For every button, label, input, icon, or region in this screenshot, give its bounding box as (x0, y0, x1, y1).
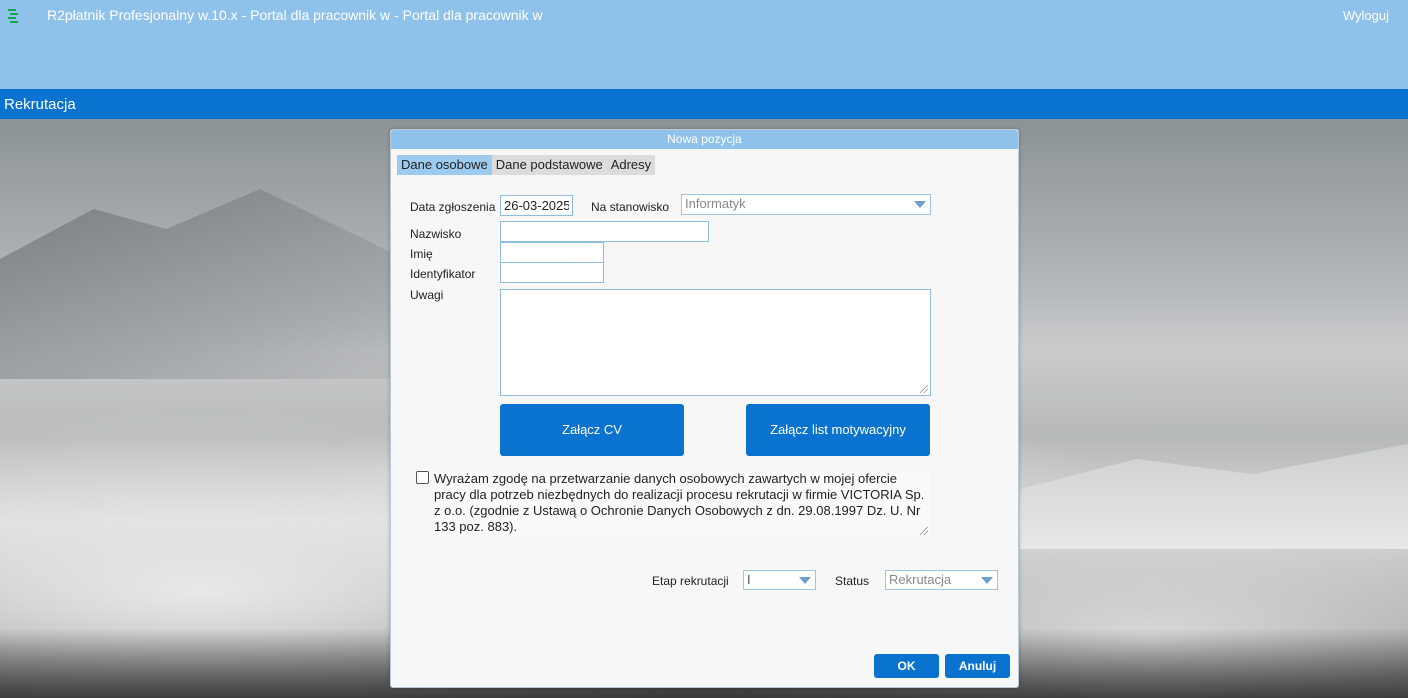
stage-label: Etap rekrutacji (652, 574, 729, 588)
stage-select-value: I (747, 572, 751, 587)
status-label: Status (835, 574, 870, 588)
date-label: Data zgłoszenia (410, 200, 496, 214)
tab-personal-data[interactable]: Dane osobowe (397, 155, 492, 175)
status-select[interactable]: Rekrutacja (885, 570, 998, 590)
dialog-tabs: Dane osobowe Dane podstawowe Adresy (397, 155, 656, 175)
attach-cover-letter-button[interactable]: Załącz list motywacyjny (746, 404, 930, 456)
chevron-down-icon (981, 577, 993, 584)
resize-grip-icon[interactable] (920, 385, 928, 393)
ok-button[interactable]: OK (874, 654, 939, 678)
consent-checkbox[interactable] (416, 471, 429, 484)
background-dune-right (1020, 444, 1408, 549)
dialog-title: Nowa pozycja (391, 130, 1018, 149)
section-title: Rekrutacja (4, 96, 76, 113)
chevron-down-icon (799, 577, 811, 584)
surname-field[interactable] (500, 221, 709, 242)
resize-grip-icon[interactable] (920, 527, 928, 535)
stage-select[interactable]: I (743, 570, 816, 590)
surname-label: Nazwisko (410, 227, 462, 241)
identifier-field[interactable] (500, 262, 604, 283)
date-field[interactable] (500, 195, 573, 216)
name-field[interactable] (500, 242, 604, 263)
chevron-down-icon (914, 201, 926, 208)
new-position-dialog: Nowa pozycja Dane osobowe Dane podstawow… (390, 129, 1019, 688)
notes-label: Uwagi (410, 288, 444, 302)
identifier-label: Identyfikator (410, 267, 476, 281)
logout-link[interactable]: Wyloguj (1343, 8, 1389, 23)
position-select-value: Informatyk (685, 196, 746, 211)
status-select-value: Rekrutacja (889, 572, 952, 587)
notes-textarea[interactable] (500, 289, 931, 396)
consent-text: Wyrażam zgodę na przetwarzanie danych os… (434, 471, 930, 537)
app-title: R2płatnik Profesjonalny w.10.x - Portal … (47, 7, 543, 23)
tab-basic-data[interactable]: Dane podstawowe (491, 155, 607, 175)
consent-text-content: Wyrażam zgodę na przetwarzanie danych os… (434, 471, 925, 534)
position-select[interactable]: Informatyk (681, 194, 931, 215)
attach-cv-button[interactable]: Załącz CV (500, 404, 684, 456)
cancel-button[interactable]: Anuluj (945, 654, 1010, 678)
tab-addresses[interactable]: Adresy (606, 155, 656, 175)
section-bar: Rekrutacja (0, 89, 1408, 119)
app-menu-icon[interactable] (6, 8, 20, 24)
top-header: R2płatnik Profesjonalny w.10.x - Portal … (0, 0, 1408, 89)
name-label: Imię (410, 247, 433, 261)
position-label: Na stanowisko (591, 200, 670, 214)
